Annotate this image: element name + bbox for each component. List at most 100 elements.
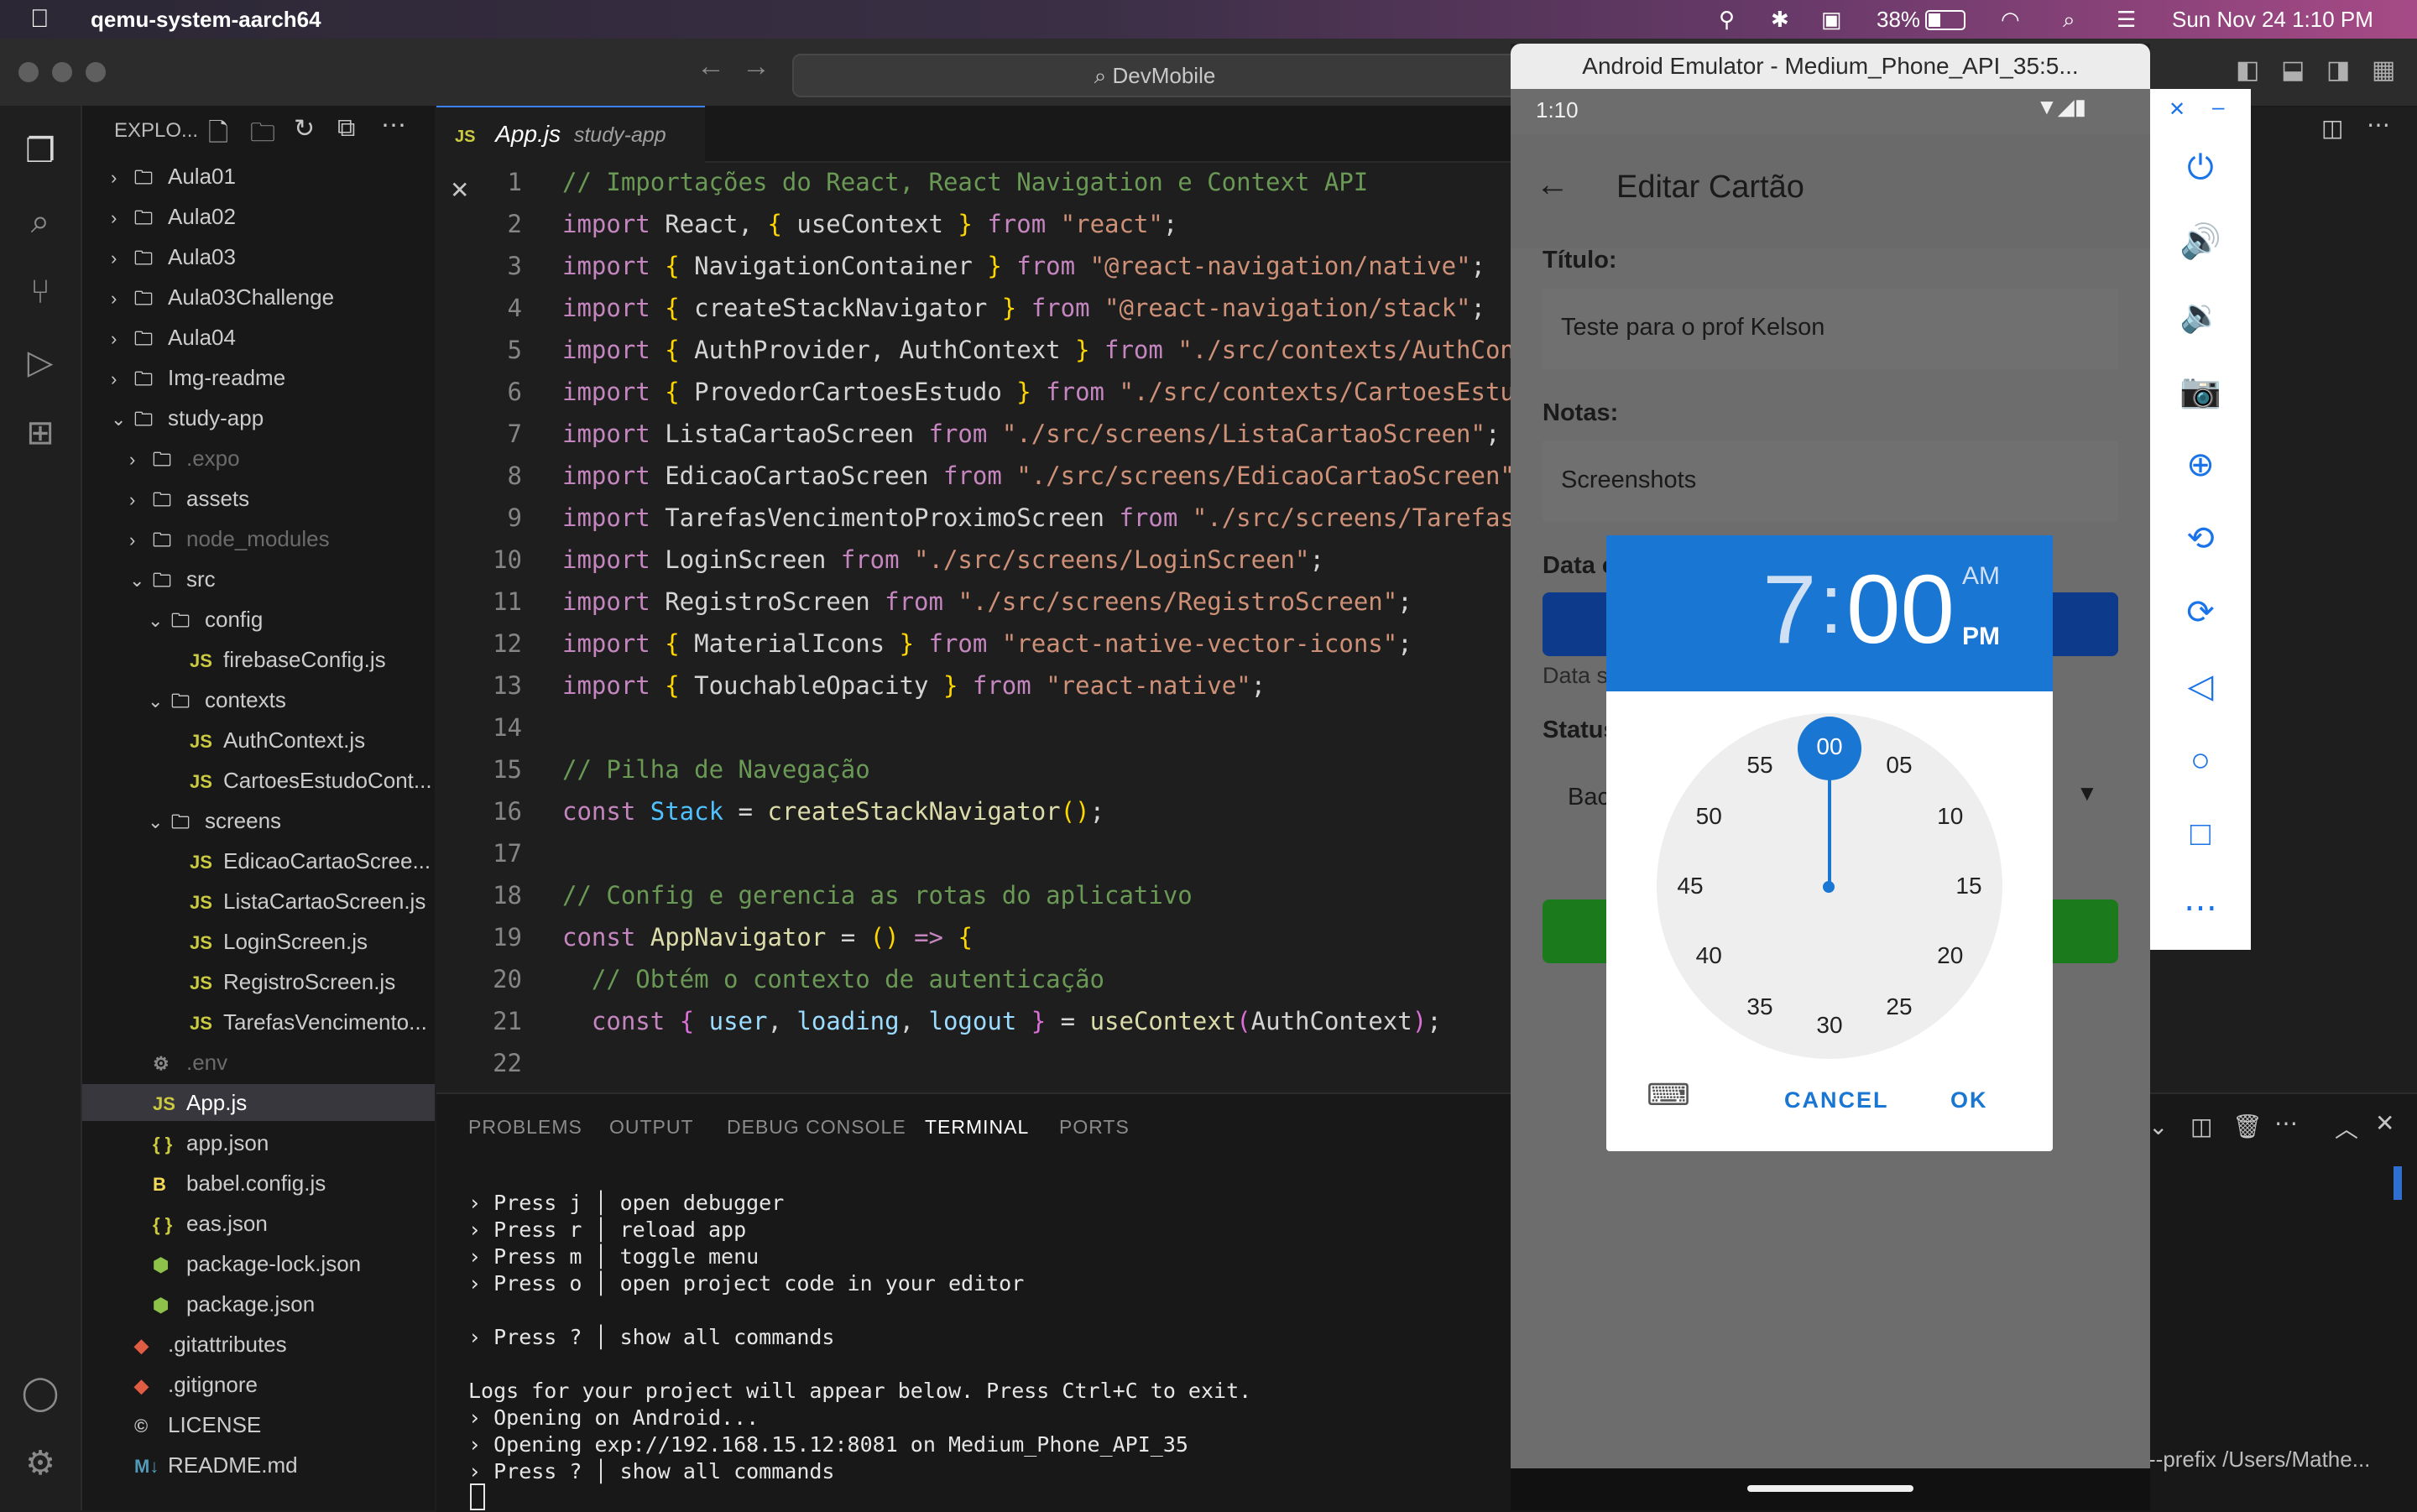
bluetooth-icon[interactable]: ✱ [1771,7,1789,33]
tree-file[interactable]: ⚙ .env [82,1044,435,1081]
tree-file[interactable]: JS CartoesEstudoCont... [82,762,435,799]
overview-icon[interactable]: □ [2175,809,2226,859]
tree-folder[interactable]: ⌄ 🗀 contexts [82,681,435,718]
tree-folder[interactable]: › 🗀 Img-readme [82,359,435,396]
split-terminal-icon[interactable]: ◫ [2190,1113,2212,1140]
minute-label[interactable]: 55 [1735,748,1785,782]
phone-screen[interactable]: 1:10 ▼◢▮ ← Editar Cartão Título: Teste p… [1511,89,2150,1510]
terminal-scrollbar[interactable] [2394,1166,2402,1200]
panel-chevron-down-icon[interactable]: ⌄ [2148,1113,2168,1140]
tree-file[interactable]: JS EdicaoCartaoScree... [82,842,435,879]
new-file-icon[interactable]: 🗋 [208,114,228,157]
code-line[interactable]: 6 import { ProvedorCartoesEstudo } from "… [436,371,1511,413]
cancel-button[interactable]: CANCEL [1784,1087,1889,1113]
active-app-name[interactable]: qemu-system-aarch64 [91,7,321,33]
tree-file[interactable]: ◆ .gitignore [82,1366,435,1403]
tree-folder[interactable]: › 🗀 .expo [82,440,435,477]
minute-label[interactable]: 35 [1735,990,1785,1024]
minute-label[interactable]: 20 [1925,939,1976,972]
tree-folder[interactable]: ⌄ 🗀 screens [82,802,435,839]
code-line[interactable]: 3 import { NavigationContainer } from "@r… [436,245,1485,287]
editor-more-icon[interactable]: ⋯ [2367,111,2390,138]
new-folder-icon[interactable]: 🗀 [250,114,275,157]
toggle-sidebar-icon[interactable]: ◧ [2236,55,2259,85]
account-icon[interactable]: ◯ [20,1373,60,1413]
minute-display[interactable]: 00 [1846,559,1955,660]
code-line[interactable]: 19 const AppNavigator = () => { [436,916,973,958]
minimize-icon[interactable]: – [2212,94,2224,120]
code-area[interactable]: 1 // Importações do React, React Navigati… [436,161,1511,1092]
tree-file[interactable]: ◆ .gitattributes [82,1326,435,1363]
apple-icon[interactable]:  [30,5,50,34]
minute-label[interactable]: 00 [1804,730,1855,764]
camera-icon[interactable]: 📷 [2175,366,2226,416]
minute-label[interactable]: 10 [1925,800,1976,833]
display-icon[interactable]: ▣ [1821,7,1842,33]
panel-tab-ports[interactable]: PORTS [1059,1116,1130,1139]
toggle-panel-icon[interactable]: ⬓ [2281,55,2305,85]
maximize-panel-icon[interactable]: ︿ [2335,1111,2358,1144]
wifi-icon[interactable]: ◠ [2001,7,2020,33]
tree-folder[interactable]: › 🗀 Aula04 [82,319,435,356]
minute-label[interactable]: 15 [1944,869,1994,903]
tree-file[interactable]: JS TarefasVencimento... [82,1004,435,1040]
source-control-icon[interactable]: ⑂ [20,272,60,312]
panel-tab-problems[interactable]: PROBLEMS [468,1116,582,1139]
code-line[interactable]: 2 import React, { useContext } from "reac… [436,203,1178,245]
hour-display[interactable]: 7 [1762,559,1817,660]
minimize-window-button[interactable] [52,62,72,82]
back-icon[interactable]: ◁ [2175,661,2226,712]
kill-terminal-icon[interactable]: 🗑 [2232,1113,2263,1140]
close-window-button[interactable] [18,62,39,82]
minute-label[interactable]: 40 [1684,939,1734,972]
rotate-right-icon[interactable]: ⟳ [2175,587,2226,638]
gesture-handle[interactable] [1747,1485,1913,1492]
panel-tab-terminal[interactable]: TERMINAL [925,1116,1029,1139]
minute-label[interactable]: 25 [1874,990,1924,1024]
back-arrow-icon[interactable]: ← [697,50,725,83]
tree-file[interactable]: { } app.json [82,1124,435,1161]
clock-face[interactable]: 00 05 10 15 20 25 30 35 40 45 50 55 [1657,713,2002,1059]
tree-file[interactable]: JS RegistroScreen.js [82,963,435,1000]
code-line[interactable]: 7 import ListaCartaoScreen from "./src/sc… [436,413,1501,455]
more-actions-icon[interactable]: ⋯ [381,111,406,140]
minute-label[interactable]: 50 [1684,800,1734,833]
pm-toggle[interactable]: PM [1962,623,2000,651]
tree-file[interactable]: © LICENSE [82,1406,435,1443]
command-center[interactable]: ⌕ DevMobile [792,54,1517,97]
panel-tab-output[interactable]: OUTPUT [609,1116,694,1139]
back-arrow-icon[interactable]: ← [1536,166,1569,204]
code-line[interactable]: 20 // Obtém o contexto de autenticação [436,958,1104,1000]
customize-layout-icon[interactable]: ▦ [2372,55,2395,85]
keyboard-icon[interactable]: ⌨ [1647,1077,1690,1113]
minute-label[interactable]: 45 [1665,869,1715,903]
volume-down-icon[interactable]: 🔉 [2175,290,2226,341]
collapse-all-icon[interactable]: ⧉ [337,114,355,143]
spotlight-search-icon[interactable]: ⌕ [2063,7,2075,34]
settings-gear-icon[interactable]: ⚙ [20,1443,60,1483]
code-line[interactable]: 16 const Stack = createStackNavigator(); [436,790,1104,832]
minute-label[interactable]: 30 [1804,1009,1855,1042]
more-icon[interactable]: ⋯ [2175,883,2226,933]
search-icon[interactable]: ⌕ [20,201,60,242]
tree-file[interactable]: JS App.js [82,1084,435,1121]
keyhole-icon[interactable]: ⚲ [1719,7,1735,33]
code-line[interactable]: 21 const { user, loading, logout } = use… [436,1000,1442,1042]
code-line[interactable]: 15 // Pilha de Navegação [436,748,870,790]
tree-folder[interactable]: ⌄ 🗀 study-app [82,399,435,436]
tree-file[interactable]: JS LoginScreen.js [82,923,435,960]
zoom-window-button[interactable] [86,62,106,82]
menu-clock[interactable]: Sun Nov 24 1:10 PM [2172,7,2373,33]
tree-folder[interactable]: › 🗀 node_modules [82,520,435,557]
code-line[interactable]: 13 import { TouchableOpacity } from "reac… [436,665,1266,706]
tree-file[interactable]: JS AuthContext.js [82,722,435,759]
extensions-icon[interactable]: ⊞ [20,413,60,453]
forward-arrow-icon[interactable]: → [742,50,770,83]
refresh-icon[interactable]: ↻ [294,114,315,143]
emulator-title-bar[interactable]: Android Emulator - Medium_Phone_API_35:5… [1511,44,2150,89]
tree-file[interactable]: ⬢ package-lock.json [82,1245,435,1282]
control-center-icon[interactable]: ☰ [2117,7,2136,33]
panel-tab-debug-console[interactable]: DEBUG CONSOLE [727,1116,906,1139]
minute-label[interactable]: 05 [1874,748,1924,782]
tree-folder[interactable]: › 🗀 Aula03Challenge [82,279,435,315]
